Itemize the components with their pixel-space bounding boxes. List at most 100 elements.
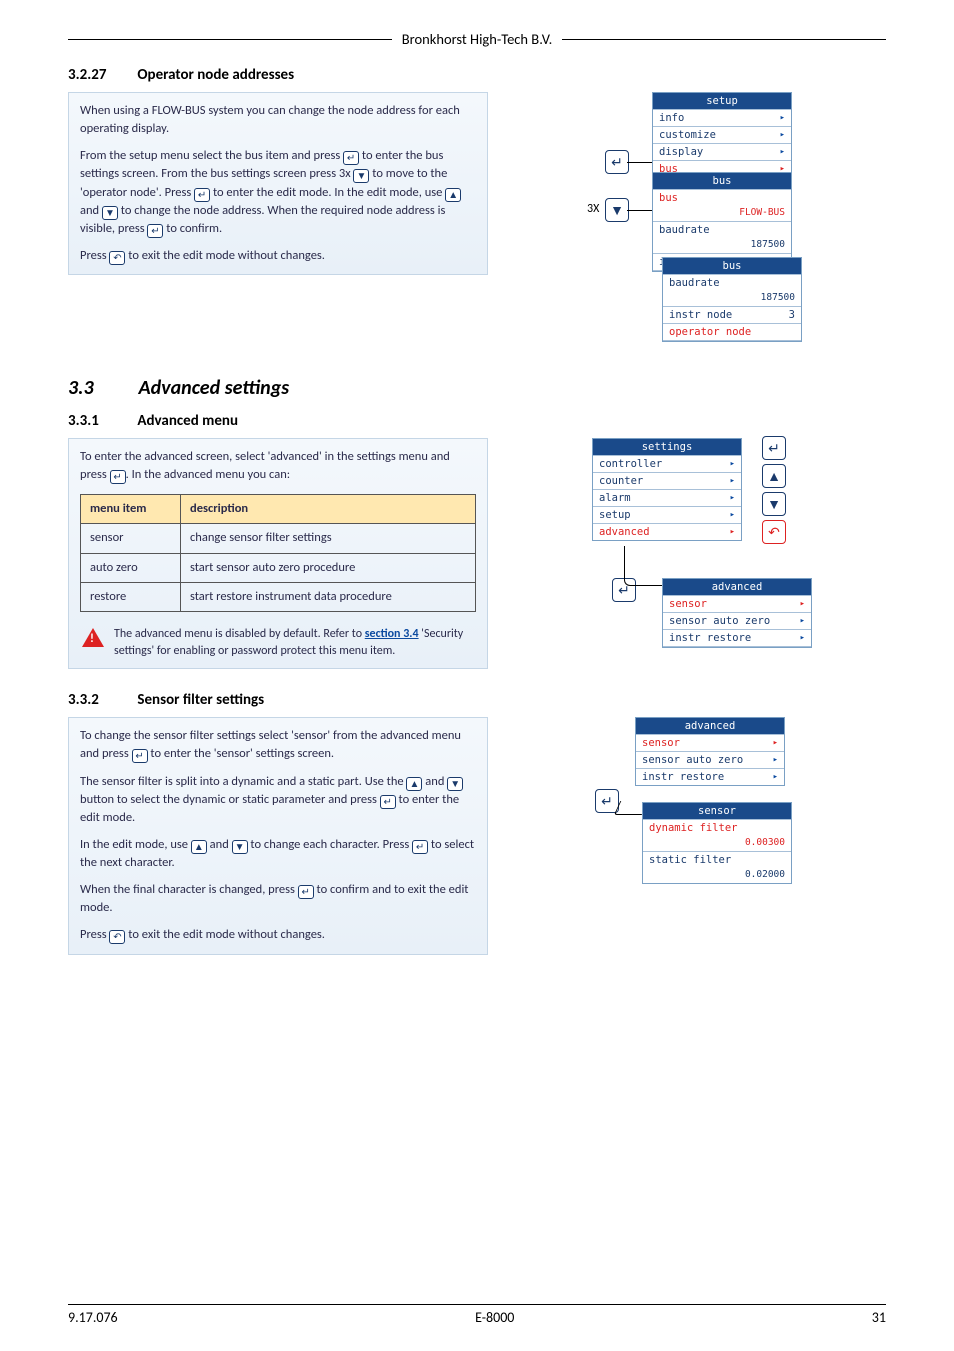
down-key-icon: ▼ xyxy=(353,169,369,183)
heading-num: 3.2.27 xyxy=(68,66,134,84)
menu-row: controller▸ xyxy=(593,455,741,472)
menu-title: advanced xyxy=(663,579,811,595)
para: When using a FLOW-BUS system you can cha… xyxy=(80,102,476,138)
enter-button-icon: ↵ xyxy=(605,150,629,174)
undo-button-icon: ↶ xyxy=(762,520,786,544)
footer-doc-name: E-8000 xyxy=(475,1309,514,1326)
header-company: Bronkhorst High-Tech B.V. xyxy=(392,30,562,48)
up-key-icon: ▲ xyxy=(191,840,207,854)
down-button-icon: ▼ xyxy=(762,492,786,516)
menu-value: 0.02000 xyxy=(643,868,791,883)
menu-value: FLOW-BUS xyxy=(653,206,791,221)
header-rule-left xyxy=(68,39,392,40)
advanced-menu-table: menu itemdescription sensorchange sensor… xyxy=(80,494,476,612)
label-3x: 3X xyxy=(587,202,599,216)
menu-advanced: advanced sensor▸ sensor auto zero▸ instr… xyxy=(635,717,785,786)
menu-bus-2: bus baudrate 187500 instr node3 operator… xyxy=(662,257,802,342)
table-row: auto zerostart sensor auto zero procedur… xyxy=(81,553,476,582)
heading-33: 3.3 Advanced settings xyxy=(68,376,886,400)
page-footer: 9.17.076 E-8000 31 xyxy=(68,1304,886,1326)
menu-row: customize▸ xyxy=(653,126,791,143)
para: To change the sensor filter settings sel… xyxy=(80,727,476,763)
header-rule-right xyxy=(562,39,886,40)
heading-title: Advanced menu xyxy=(137,412,238,430)
menu-value: 187500 xyxy=(653,238,791,253)
menu-row: setup▸ xyxy=(593,506,741,523)
heading-332: 3.3.2 Sensor filter settings xyxy=(68,691,886,709)
menu-title: sensor xyxy=(643,803,791,819)
para: When the final character is changed, pre… xyxy=(80,881,476,917)
heading-title: Operator node addresses xyxy=(137,66,294,84)
enter-key-icon: ↵ xyxy=(110,470,126,484)
heading-title: Advanced settings xyxy=(139,376,290,400)
menu-row: baudrate xyxy=(663,274,801,291)
heading-title: Sensor filter settings xyxy=(137,691,264,709)
para: To enter the advanced screen, select 'ad… xyxy=(80,448,476,484)
warning-text: The advanced menu is disabled by default… xyxy=(114,626,474,660)
figure-settings-menu: settings controller▸ counter▸ alarm▸ set… xyxy=(562,438,842,668)
footer-doc-id: 9.17.076 xyxy=(68,1309,118,1326)
info-box-332: To change the sensor filter settings sel… xyxy=(68,717,488,954)
menu-row: instr node3 xyxy=(663,306,801,323)
menu-row: instr restore▸ xyxy=(636,768,784,785)
menu-value: 187500 xyxy=(663,291,801,306)
menu-settings: settings controller▸ counter▸ alarm▸ set… xyxy=(592,438,742,541)
menu-row-selected: operator node xyxy=(663,323,801,341)
table-header: description xyxy=(181,495,476,524)
enter-key-icon: ↵ xyxy=(147,224,163,238)
para: In the edit mode, use ▲ and ▼ to change … xyxy=(80,836,476,872)
menu-title: setup xyxy=(653,93,791,109)
enter-key-icon: ↵ xyxy=(343,151,359,165)
menu-title: bus xyxy=(663,258,801,274)
footer-page-number: 31 xyxy=(872,1309,886,1326)
info-box-3227: When using a FLOW-BUS system you can cha… xyxy=(68,92,488,275)
para: Press ↶ to exit the edit mode without ch… xyxy=(80,247,476,265)
section-link[interactable]: section 3.4 xyxy=(365,627,419,641)
table-header: menu item xyxy=(81,495,181,524)
para: The sensor filter is split into a dynami… xyxy=(80,773,476,827)
down-key-icon: ▼ xyxy=(232,840,248,854)
menu-title: advanced xyxy=(636,718,784,734)
info-box-331: To enter the advanced screen, select 'ad… xyxy=(68,438,488,669)
enter-key-icon: ↵ xyxy=(194,188,210,202)
menu-title: settings xyxy=(593,439,741,455)
table-row: sensorchange sensor filter settings xyxy=(81,524,476,553)
menu-row: baudrate xyxy=(653,221,791,238)
heading-num: 3.3 xyxy=(68,376,134,400)
menu-row: sensor auto zero▸ xyxy=(663,612,811,629)
menu-row-selected: sensor▸ xyxy=(663,595,811,612)
menu-row-selected: advanced▸ xyxy=(593,523,741,540)
enter-key-icon: ↵ xyxy=(132,749,148,763)
enter-button-icon: ↵ xyxy=(762,436,786,460)
enter-key-icon: ↵ xyxy=(412,840,428,854)
menu-row-selected: sensor▸ xyxy=(636,734,784,751)
menu-setup: setup info▸ customize▸ display▸ bus▸ xyxy=(652,92,792,178)
down-key-icon: ▼ xyxy=(447,777,463,791)
menu-row: alarm▸ xyxy=(593,489,741,506)
up-key-icon: ▲ xyxy=(445,188,461,202)
enter-key-icon: ↵ xyxy=(298,885,314,899)
undo-key-icon: ↶ xyxy=(109,930,125,944)
menu-advanced: advanced sensor▸ sensor auto zero▸ instr… xyxy=(662,578,812,648)
menu-sensor: sensor dynamic filter 0.00300 static fil… xyxy=(642,802,792,884)
menu-title: bus xyxy=(653,173,791,189)
heading-num: 3.3.1 xyxy=(68,412,134,430)
page-header: Bronkhorst High-Tech B.V. xyxy=(68,30,886,48)
menu-row: display▸ xyxy=(653,143,791,160)
table-row: restorestart restore instrument data pro… xyxy=(81,582,476,611)
para: From the setup menu select the bus item … xyxy=(80,147,476,238)
heading-331: 3.3.1 Advanced menu xyxy=(68,412,886,430)
down-key-icon: ▼ xyxy=(102,206,118,220)
para: Press ↶ to exit the edit mode without ch… xyxy=(80,926,476,944)
figure-sensor-menu: advanced sensor▸ sensor auto zero▸ instr… xyxy=(587,717,817,897)
menu-value: 0.00300 xyxy=(643,836,791,851)
warning-note: The advanced menu is disabled by default… xyxy=(80,626,476,660)
menu-row: static filter xyxy=(643,851,791,868)
menu-row: counter▸ xyxy=(593,472,741,489)
warning-icon xyxy=(82,628,104,647)
up-button-icon: ▲ xyxy=(762,464,786,488)
figure-setup-menu: setup info▸ customize▸ display▸ bus▸ ↵ 3… xyxy=(567,92,837,352)
heading-num: 3.3.2 xyxy=(68,691,134,709)
down-button-icon: ▼ xyxy=(605,198,629,222)
menu-row: info▸ xyxy=(653,109,791,126)
